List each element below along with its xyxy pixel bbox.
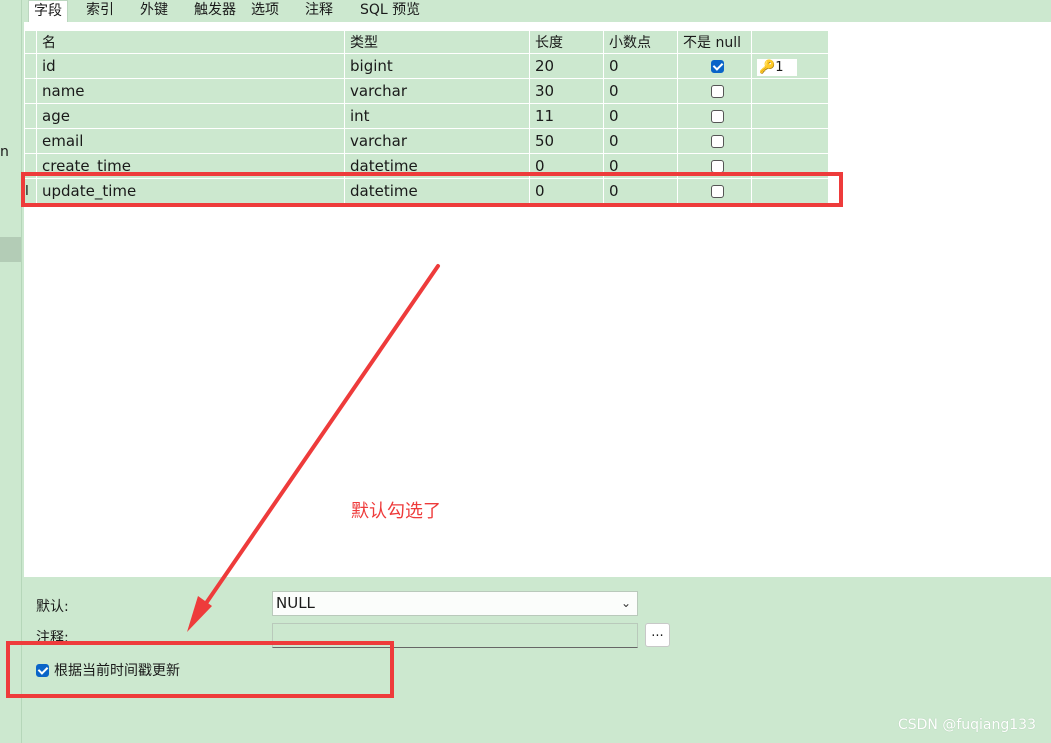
watermark: CSDN @fuqiang133 [897, 717, 1036, 733]
annotation-arrow [187, 264, 440, 632]
annotation-text: 默认勾选了 [351, 501, 441, 522]
